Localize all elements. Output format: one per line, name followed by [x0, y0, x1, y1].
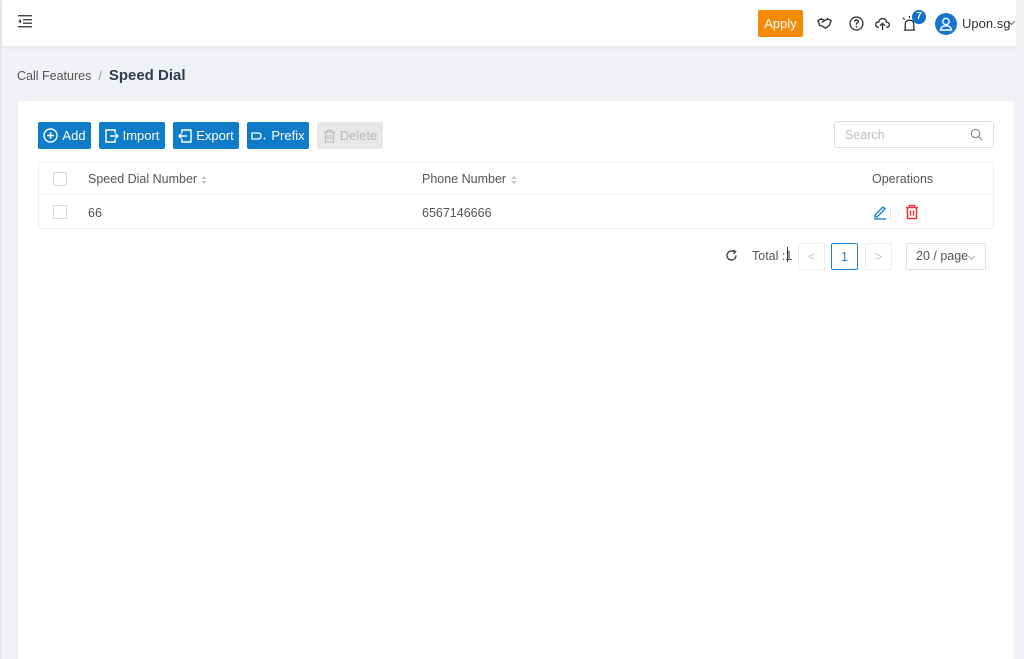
chevron-down-icon[interactable] — [1007, 18, 1016, 27]
row-checkbox[interactable] — [53, 205, 67, 219]
export-button[interactable]: Export — [173, 122, 239, 149]
select-all-checkbox[interactable] — [53, 172, 67, 186]
page-title: Speed Dial — [108, 67, 186, 84]
prefix-label: Prefix — [271, 128, 305, 143]
apply-button[interactable]: Apply — [758, 10, 803, 37]
column-header-speed-dial-number[interactable]: Speed Dial Number — [88, 172, 197, 186]
right-gutter — [1016, 0, 1024, 659]
operation-divider — [890, 207, 891, 219]
delete-button[interactable]: Delete — [317, 122, 383, 149]
column-header-phone-number[interactable]: Phone Number — [422, 172, 506, 186]
add-button[interactable]: Add — [38, 122, 91, 149]
table-row: 66 6567146666 — [39, 196, 993, 229]
delete-icon[interactable] — [904, 204, 920, 220]
notification-badge: 7 — [912, 10, 926, 24]
speed-dial-number-cell: 66 — [88, 206, 102, 220]
next-page-button[interactable]: > — [865, 243, 892, 270]
sort-icon[interactable] — [200, 174, 208, 186]
avatar[interactable] — [935, 13, 957, 35]
cloud-upload-icon[interactable] — [874, 15, 891, 32]
export-icon — [178, 128, 192, 143]
prefix-icon — [251, 131, 266, 140]
user-icon — [939, 17, 953, 31]
left-border — [0, 0, 2, 659]
delete-label: Delete — [339, 128, 378, 143]
handshake-icon[interactable] — [816, 15, 833, 32]
page-1-button[interactable]: 1 — [831, 243, 858, 270]
import-label: Import — [122, 128, 160, 143]
plus-circle-icon — [43, 128, 59, 143]
column-header-operations: Operations — [872, 172, 934, 186]
text-cursor — [787, 247, 788, 262]
breadcrumb-separator: / — [98, 69, 102, 83]
trash-icon — [323, 128, 335, 143]
breadcrumb: Call Features / Speed Dial — [17, 67, 186, 84]
export-label: Export — [196, 128, 234, 143]
edit-icon[interactable] — [872, 204, 888, 220]
search-icon[interactable] — [970, 128, 983, 141]
page-size-value: 20 / page — [916, 249, 969, 263]
table-header: Speed Dial Number Phone Number Operation… — [39, 163, 993, 195]
import-icon — [104, 128, 119, 143]
menu-fold-icon[interactable] — [17, 13, 33, 29]
content-panel: Add Import Export Prefix Delete Search S… — [18, 101, 1013, 659]
refresh-icon[interactable] — [725, 249, 738, 262]
top-bar: Apply 7 Upon.sg — [2, 0, 1024, 47]
search-box — [834, 121, 994, 148]
breadcrumb-parent[interactable]: Call Features — [17, 69, 91, 83]
import-button[interactable]: Import — [99, 122, 165, 149]
help-circle-icon[interactable] — [848, 15, 865, 32]
sort-icon[interactable] — [510, 174, 518, 186]
add-label: Add — [62, 128, 86, 143]
search-input[interactable] — [835, 122, 965, 147]
page-size-select[interactable]: 20 / page — [906, 243, 986, 270]
chevron-down-icon — [967, 255, 976, 261]
phone-number-cell: 6567146666 — [422, 206, 492, 220]
speed-dial-table: Speed Dial Number Phone Number Operation… — [38, 162, 994, 229]
user-name[interactable]: Upon.sg — [962, 16, 1010, 31]
prefix-button[interactable]: Prefix — [247, 122, 309, 149]
prev-page-button[interactable]: < — [798, 243, 825, 270]
